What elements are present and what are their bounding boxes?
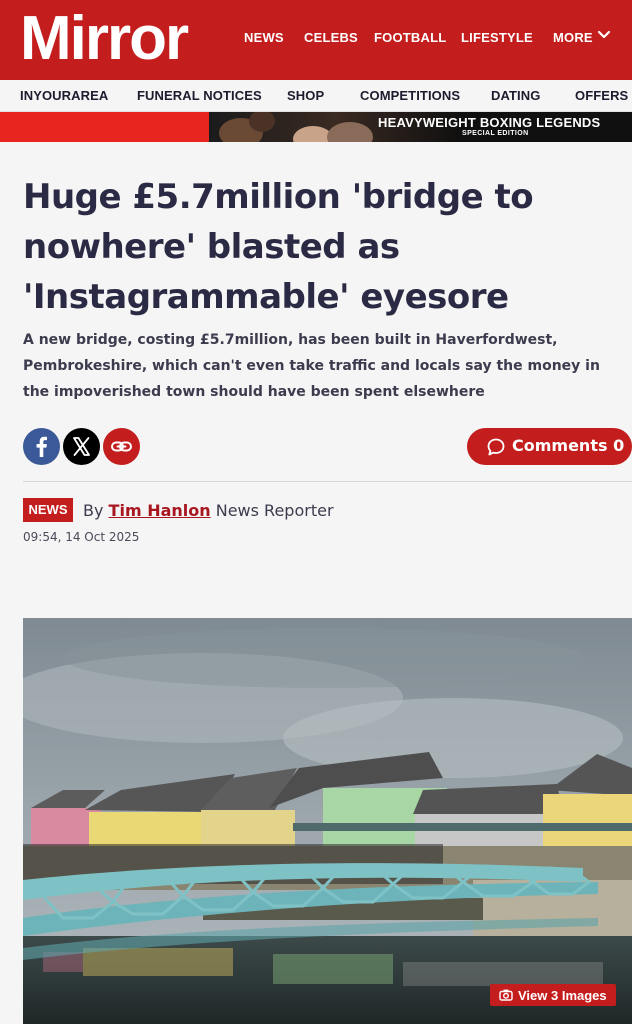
site-header: Mirror NEWS CELEBS FOOTBALL LIFESTYLE MO… xyxy=(0,0,632,80)
byline-prefix: By xyxy=(83,501,104,520)
nav-news[interactable]: NEWS xyxy=(244,30,284,45)
nav-celebs[interactable]: CELEBS xyxy=(304,30,358,45)
subnav-offers[interactable]: OFFERS xyxy=(575,88,628,103)
category-badge[interactable]: NEWS xyxy=(23,498,73,522)
publish-date: 09:54, 14 Oct 2025 xyxy=(23,530,140,544)
facebook-icon xyxy=(36,436,47,457)
nav-more[interactable]: MORE xyxy=(553,30,593,45)
link-icon xyxy=(111,441,132,452)
subnav-funeral-notices[interactable]: FUNERAL NOTICES xyxy=(137,88,262,103)
subnav-dating[interactable]: DATING xyxy=(491,88,540,103)
author-link[interactable]: Tim Hanlon xyxy=(109,501,211,520)
promo-title: HEAVYWEIGHT BOXING LEGENDS xyxy=(378,115,601,130)
article-standfirst: A new bridge, costing £5.7million, has b… xyxy=(23,332,600,400)
share-x-button[interactable] xyxy=(63,428,100,465)
divider xyxy=(23,481,632,482)
subnav-competitions[interactable]: COMPETITIONS xyxy=(360,88,460,103)
byline: By Tim Hanlon News Reporter xyxy=(83,501,334,520)
comments-label: Comments 0 xyxy=(512,436,625,455)
nav-lifestyle[interactable]: LIFESTYLE xyxy=(461,30,533,45)
secondary-nav: INYOURAREA FUNERAL NOTICES SHOP COMPETIT… xyxy=(0,80,632,112)
view-images-button[interactable]: View 3 Images xyxy=(490,984,616,1006)
subnav-shop[interactable]: SHOP xyxy=(287,88,324,103)
chevron-down-icon[interactable] xyxy=(597,28,611,42)
boxer-figure xyxy=(327,122,373,142)
speech-bubble-icon xyxy=(487,438,505,456)
promo-banner[interactable]: HEAVYWEIGHT BOXING LEGENDS SPECIAL EDITI… xyxy=(0,112,632,142)
promo-subtitle: SPECIAL EDITION xyxy=(462,130,529,137)
author-role: News Reporter xyxy=(215,501,334,520)
article-headline: Huge £5.7million 'bridge to nowhere' bla… xyxy=(23,177,534,317)
copy-link-button[interactable] xyxy=(103,428,140,465)
comments-button[interactable]: Comments 0 xyxy=(467,428,632,465)
nav-football[interactable]: FOOTBALL xyxy=(374,30,446,45)
lead-image[interactable] xyxy=(23,618,632,1024)
subnav-inyourarea[interactable]: INYOURAREA xyxy=(20,88,108,103)
x-icon xyxy=(73,437,90,456)
share-facebook-button[interactable] xyxy=(23,428,60,465)
bridge-photo xyxy=(23,618,632,1024)
camera-icon xyxy=(499,989,513,1001)
view-images-label: View 3 Images xyxy=(518,988,607,1003)
boxer-head xyxy=(249,112,275,132)
main-nav: NEWS CELEBS FOOTBALL LIFESTYLE MORE xyxy=(0,30,632,50)
